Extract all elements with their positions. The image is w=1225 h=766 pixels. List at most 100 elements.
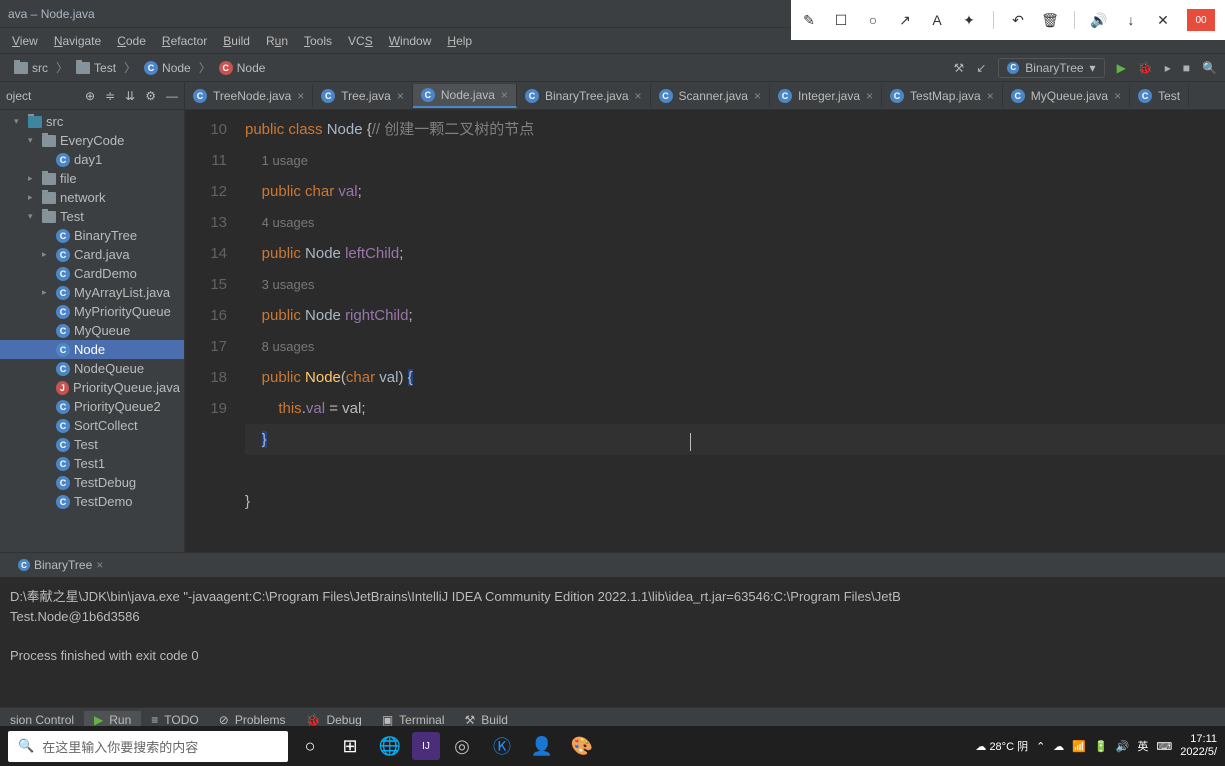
menu-help[interactable]: Help bbox=[439, 30, 480, 52]
tree-priorityqueue[interactable]: JPriorityQueue.java bbox=[0, 378, 184, 397]
tray-battery-icon[interactable]: 🔋 bbox=[1094, 740, 1108, 753]
tab-tree[interactable]: CTree.java× bbox=[313, 85, 413, 107]
app-avatar-icon[interactable]: 👤 bbox=[524, 728, 560, 764]
tab-testmap[interactable]: CTestMap.java× bbox=[882, 85, 1003, 107]
tree-test[interactable]: CTest bbox=[0, 435, 184, 454]
app-kugou-icon[interactable]: Ⓚ bbox=[484, 728, 520, 764]
menu-build[interactable]: Build bbox=[215, 30, 258, 52]
undo-icon[interactable]: ↶ bbox=[1010, 12, 1026, 28]
tray-keyboard-icon[interactable]: ⌨ bbox=[1156, 740, 1172, 753]
expand-icon[interactable]: ≑ bbox=[105, 89, 115, 103]
breadcrumb-package[interactable]: CNode bbox=[138, 59, 197, 77]
tab-binarytree[interactable]: CBinaryTree.java× bbox=[517, 85, 651, 107]
tray-onedrive-icon[interactable]: ☁ bbox=[1053, 740, 1064, 753]
trash-icon[interactable]: 🗑 bbox=[1042, 12, 1058, 28]
code-content[interactable]: public class Node {// 创建一颗二叉树的节点 1 usage… bbox=[245, 110, 1225, 552]
config-class-icon: C bbox=[1007, 62, 1019, 74]
tray-ime[interactable]: 英 bbox=[1137, 738, 1148, 754]
app-paint-icon[interactable]: 🎨 bbox=[564, 728, 600, 764]
tray-chevron-icon[interactable]: ⌃ bbox=[1036, 740, 1045, 753]
menu-refactor[interactable]: Refactor bbox=[154, 30, 215, 52]
tree-everycode[interactable]: ▾EveryCode bbox=[0, 131, 184, 150]
output-line: Test.Node@1b6d3586 bbox=[10, 607, 1215, 627]
tree-myqueue[interactable]: CMyQueue bbox=[0, 321, 184, 340]
cortana-icon[interactable]: ○ bbox=[292, 728, 328, 764]
tab-scanner[interactable]: CScanner.java× bbox=[651, 85, 770, 107]
tray-wifi-icon[interactable]: 📶 bbox=[1072, 740, 1086, 753]
coverage-icon[interactable]: ▸ bbox=[1165, 61, 1171, 75]
menu-code[interactable]: Code bbox=[109, 30, 154, 52]
tree-nodequeue[interactable]: CNodeQueue bbox=[0, 359, 184, 378]
breadcrumb-test[interactable]: Test bbox=[70, 59, 122, 77]
close-icon[interactable]: × bbox=[297, 89, 304, 103]
arrow-icon[interactable]: ↗ bbox=[897, 12, 913, 28]
menu-view[interactable]: View bbox=[4, 30, 46, 52]
tree-file[interactable]: ▸file bbox=[0, 169, 184, 188]
search-icon[interactable]: 🔍 bbox=[1202, 61, 1217, 75]
back-arrow-icon[interactable]: ↙ bbox=[976, 61, 986, 75]
run-output[interactable]: D:\奉献之星\JDK\bin\java.exe "-javaagent:C:\… bbox=[0, 577, 1225, 707]
code-editor[interactable]: 10 11 12 13 14 15 16 17 18 19 public cla… bbox=[185, 110, 1225, 552]
tree-card[interactable]: ▸CCard.java bbox=[0, 245, 184, 264]
tree-priorityqueue2[interactable]: CPriorityQueue2 bbox=[0, 397, 184, 416]
project-panel: oject ⊕ ≑ ⇊ ⚙ — ▾src ▾EveryCode Cday1 ▸f… bbox=[0, 82, 185, 552]
menu-window[interactable]: Window bbox=[381, 30, 440, 52]
task-view-icon[interactable]: ⊞ bbox=[332, 728, 368, 764]
tree-binarytree[interactable]: CBinaryTree bbox=[0, 226, 184, 245]
tree-myarraylist[interactable]: ▸CMyArrayList.java bbox=[0, 283, 184, 302]
menu-navigate[interactable]: Navigate bbox=[46, 30, 109, 52]
tray-clock[interactable]: 17:11 2022/5/ bbox=[1180, 733, 1217, 759]
tree-sortcollect[interactable]: CSortCollect bbox=[0, 416, 184, 435]
app-intellij-icon[interactable]: IJ bbox=[412, 732, 440, 760]
hide-icon[interactable]: — bbox=[166, 89, 178, 103]
hammer-icon[interactable]: ⚒ bbox=[953, 61, 964, 75]
app-browser-icon[interactable]: 🌐 bbox=[372, 728, 408, 764]
breadcrumb-class[interactable]: CNode bbox=[213, 59, 272, 77]
tree-src[interactable]: ▾src bbox=[0, 112, 184, 131]
breadcrumb-src[interactable]: src bbox=[8, 59, 54, 77]
stop-icon[interactable]: ■ bbox=[1183, 61, 1190, 75]
close-icon[interactable]: × bbox=[96, 558, 103, 572]
menu-run[interactable]: Run bbox=[258, 30, 296, 52]
run-tab-binarytree[interactable]: C BinaryTree × bbox=[10, 556, 111, 574]
debug-icon[interactable]: 🐞 bbox=[1138, 61, 1153, 75]
circle-icon[interactable]: ○ bbox=[865, 12, 881, 28]
tree-test1[interactable]: CTest1 bbox=[0, 454, 184, 473]
close-overlay-icon[interactable]: ✕ bbox=[1155, 12, 1171, 28]
tree-testdebug[interactable]: CTestDebug bbox=[0, 473, 184, 492]
tree-testdemo[interactable]: CTestDemo bbox=[0, 492, 184, 511]
pencil-icon[interactable]: ✎ bbox=[801, 12, 817, 28]
magic-icon[interactable]: ✦ bbox=[961, 12, 977, 28]
menu-vcs[interactable]: VCS bbox=[340, 30, 381, 52]
tab-myqueue[interactable]: CMyQueue.java× bbox=[1003, 85, 1130, 107]
output-line: D:\奉献之星\JDK\bin\java.exe "-javaagent:C:\… bbox=[10, 587, 1215, 607]
select-target-icon[interactable]: ⊕ bbox=[85, 89, 95, 103]
tab-treenode[interactable]: CTreeNode.java× bbox=[185, 85, 313, 107]
screenshot-toolbar: ✎ ☐ ○ ↗ A ✦ ↶ 🗑 🔊 ↓ ✕ 00 bbox=[791, 0, 1225, 40]
tree-day1[interactable]: Cday1 bbox=[0, 150, 184, 169]
record-badge[interactable]: 00 bbox=[1187, 9, 1215, 31]
square-icon[interactable]: ☐ bbox=[833, 12, 849, 28]
taskbar-search[interactable]: 🔍 在这里输入你要搜索的内容 bbox=[8, 731, 288, 762]
weather-widget[interactable]: ☁ 28°C 阴 bbox=[975, 738, 1028, 754]
tree-test-folder[interactable]: ▾Test bbox=[0, 207, 184, 226]
tab-integer[interactable]: CInteger.java× bbox=[770, 85, 882, 107]
tree-network[interactable]: ▸network bbox=[0, 188, 184, 207]
speaker-icon[interactable]: 🔊 bbox=[1091, 12, 1107, 28]
text-icon[interactable]: A bbox=[929, 12, 945, 28]
share-icon[interactable]: ↓ bbox=[1123, 12, 1139, 28]
project-tree[interactable]: ▾src ▾EveryCode Cday1 ▸file ▸network ▾Te… bbox=[0, 110, 184, 552]
menu-tools[interactable]: Tools bbox=[296, 30, 340, 52]
tray-volume-icon[interactable]: 🔊 bbox=[1116, 740, 1130, 753]
tree-node[interactable]: CNode bbox=[0, 340, 184, 359]
gear-icon[interactable]: ⚙ bbox=[145, 89, 156, 103]
play-icon[interactable]: ▶ bbox=[1117, 61, 1126, 75]
collapse-icon[interactable]: ⇊ bbox=[125, 89, 135, 103]
editor-tabs: CTreeNode.java× CTree.java× CNode.java× … bbox=[185, 82, 1225, 110]
tab-node[interactable]: CNode.java× bbox=[413, 84, 517, 108]
run-config-select[interactable]: C BinaryTree ▾ bbox=[998, 58, 1104, 78]
tree-mypriorityqueue[interactable]: CMyPriorityQueue bbox=[0, 302, 184, 321]
tree-carddemo[interactable]: CCardDemo bbox=[0, 264, 184, 283]
tab-test[interactable]: CTest bbox=[1130, 85, 1189, 107]
app-circle-icon[interactable]: ◎ bbox=[444, 728, 480, 764]
